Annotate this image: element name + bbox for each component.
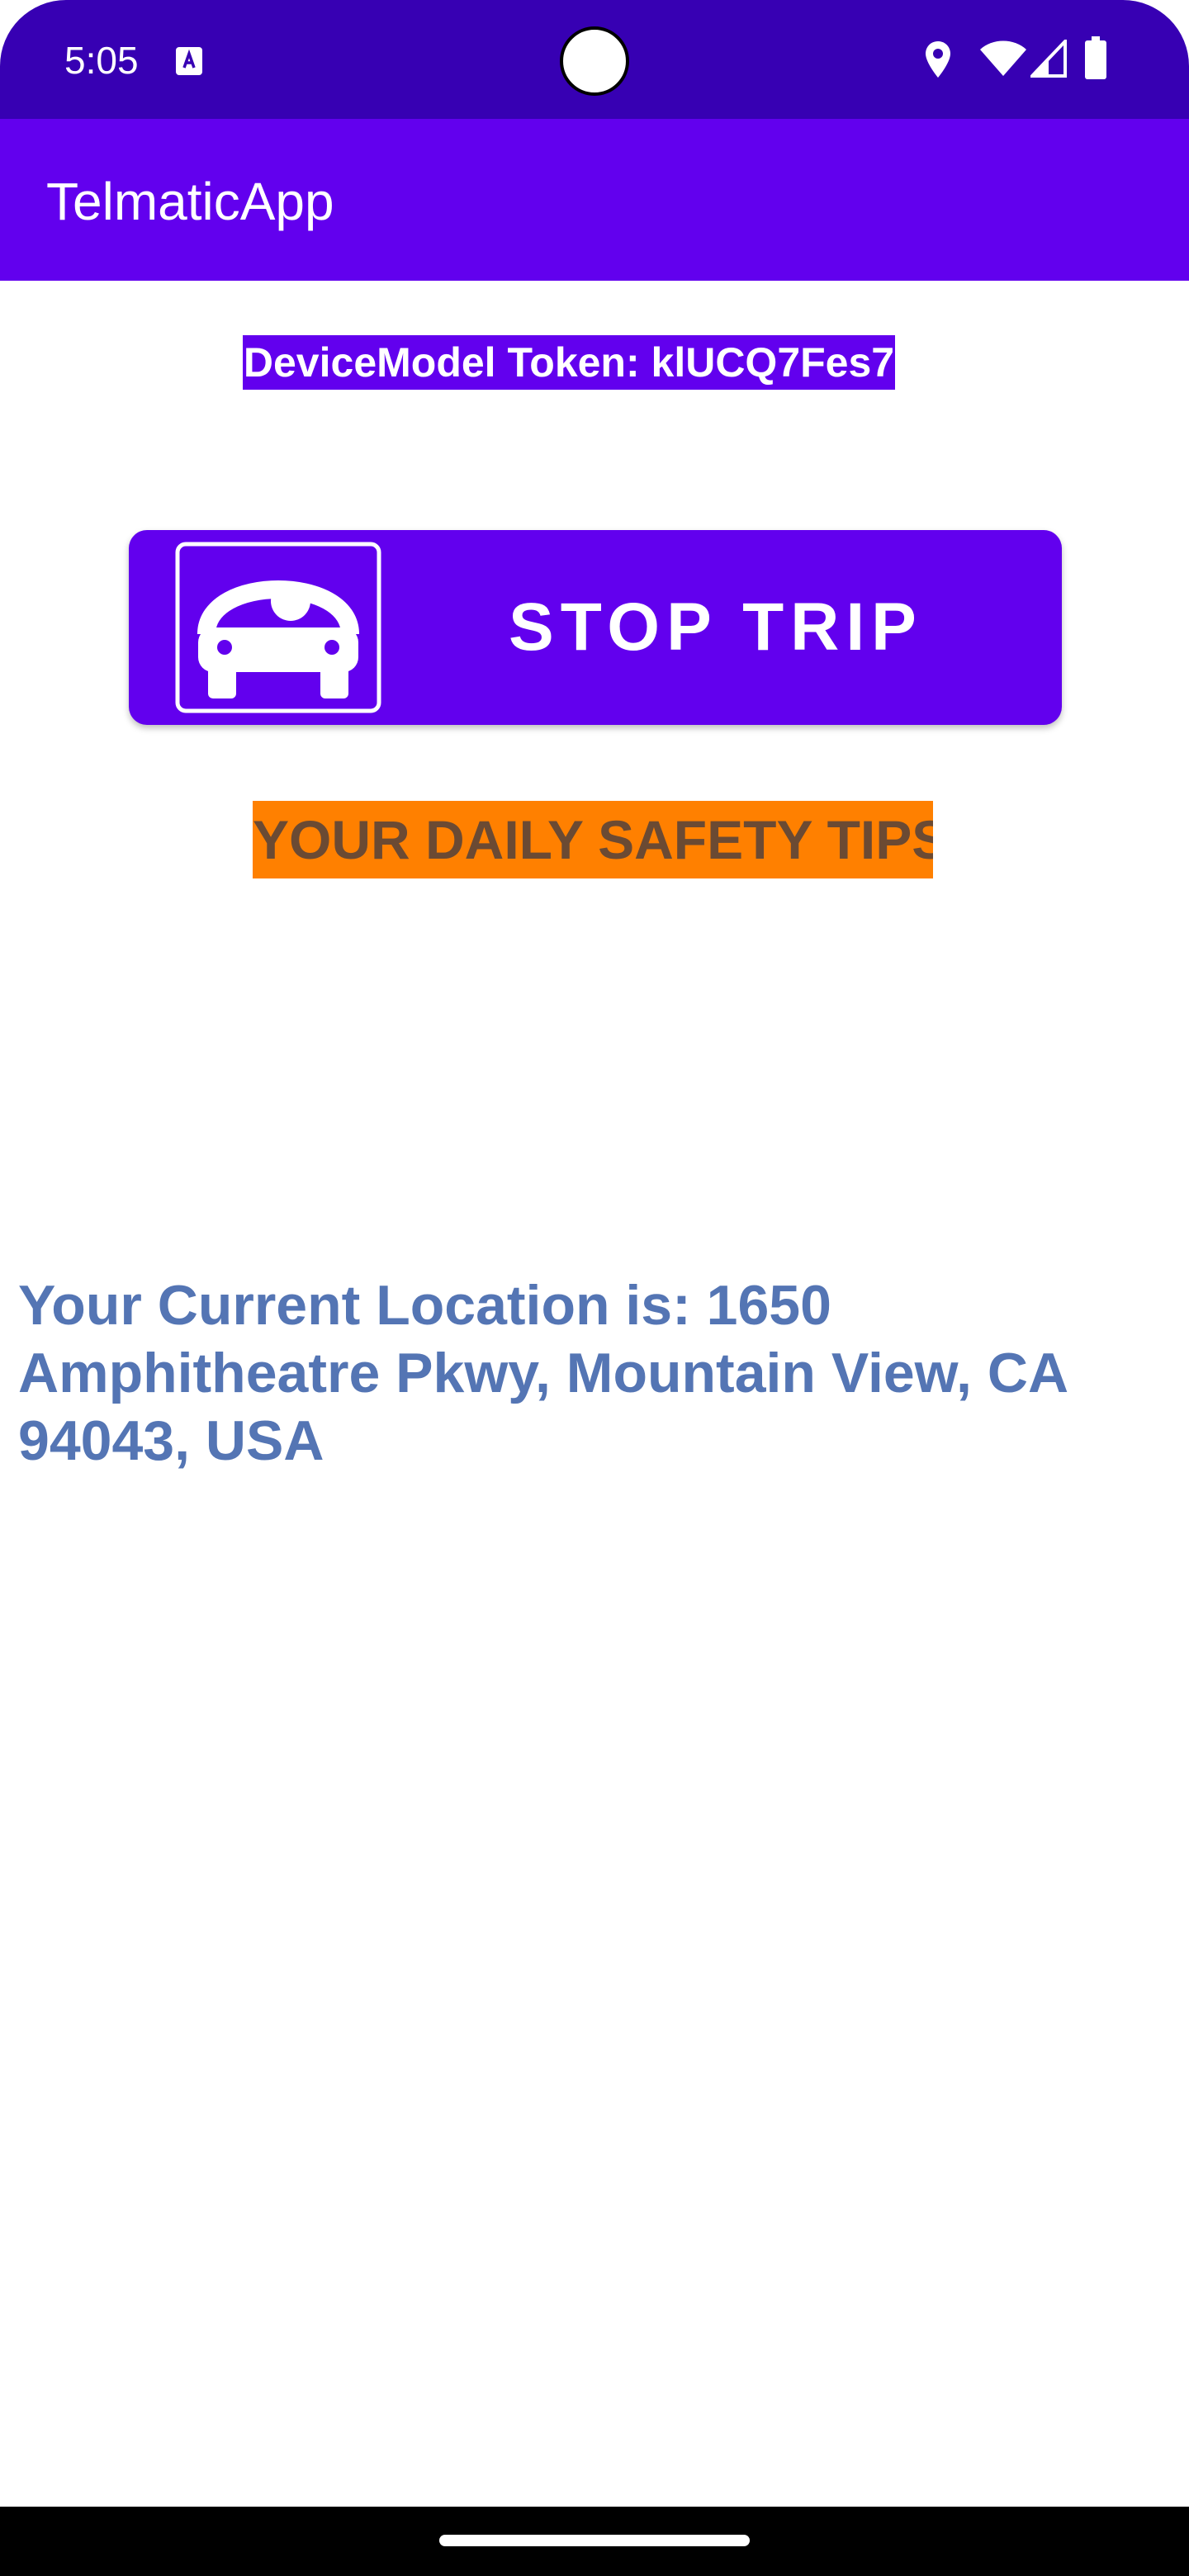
car-driver-icon bbox=[175, 542, 381, 713]
daily-safety-tips-label[interactable]: YOUR DAILY SAFETY TIPS bbox=[253, 801, 933, 878]
status-bar: 5:05 bbox=[0, 0, 1189, 119]
home-gesture-handle[interactable] bbox=[439, 2535, 750, 2546]
signal-icon bbox=[1030, 40, 1067, 78]
wifi-icon bbox=[980, 40, 1026, 76]
status-time: 5:05 bbox=[64, 39, 139, 82]
device-token-label: DeviceModel Token: klUCQ7Fes7 bbox=[243, 335, 895, 390]
current-location-text: Your Current Location is: 1650 Amphithea… bbox=[18, 1274, 1067, 1472]
stop-trip-button[interactable]: STOP TRIP bbox=[129, 530, 1062, 725]
app-bar: TelmaticApp bbox=[0, 119, 1189, 281]
notification-app-icon bbox=[176, 47, 202, 75]
app-title: TelmaticApp bbox=[46, 172, 334, 231]
battery-icon bbox=[1085, 36, 1106, 79]
location-icon bbox=[926, 41, 950, 78]
navigation-bar bbox=[0, 2507, 1189, 2576]
stop-trip-label: STOP TRIP bbox=[509, 590, 923, 665]
camera-cutout bbox=[560, 26, 629, 96]
